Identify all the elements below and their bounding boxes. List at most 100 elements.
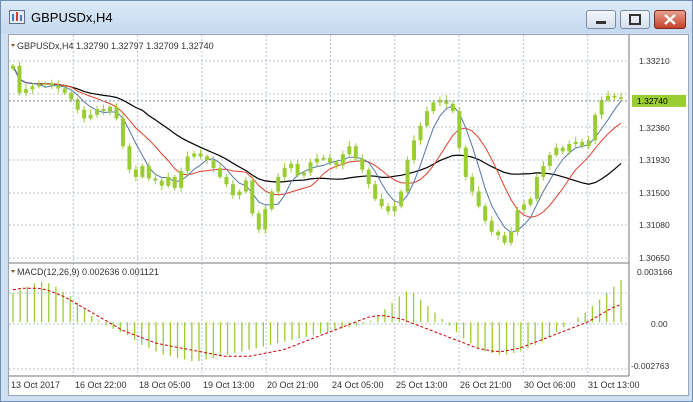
- candle-body: [399, 191, 404, 207]
- x-tick: 25 Oct 13:00: [396, 380, 448, 390]
- candle-body: [521, 204, 526, 210]
- candle-body: [56, 85, 61, 89]
- candle-body: [347, 146, 352, 155]
- collapse-arrow-icon[interactable]: [11, 44, 15, 47]
- candle-body: [509, 231, 514, 243]
- macd-tick: 0.00: [651, 319, 668, 329]
- x-tick: 26 Oct 21:00: [460, 380, 512, 390]
- ma-mid-line: [12, 65, 622, 218]
- price-tick: 1.33210: [639, 56, 670, 66]
- candle-body: [470, 176, 475, 192]
- candle-body: [230, 184, 235, 196]
- candle-body: [192, 153, 197, 157]
- x-tick: 16 Oct 22:00: [75, 380, 127, 390]
- candle-body: [120, 118, 125, 147]
- price-tick: 1.31930: [639, 155, 670, 165]
- candle-body: [593, 114, 598, 141]
- title-bar[interactable]: GBPUSDx,H4: [1, 1, 692, 33]
- candle-body: [295, 163, 300, 176]
- candle-body: [541, 165, 546, 177]
- x-axis: 13 Oct 2017 16 Oct 22:00 18 Oct 05:00 19…: [11, 380, 640, 390]
- current-price-tag: 1.32740: [632, 94, 686, 107]
- candle-body: [127, 146, 132, 170]
- candle-body: [108, 106, 113, 112]
- candle-body: [340, 154, 345, 166]
- x-tick: 24 Oct 05:00: [332, 380, 384, 390]
- candle-body: [302, 172, 307, 176]
- candle-body: [250, 180, 255, 214]
- candle-body: [528, 198, 533, 205]
- candle-body: [567, 144, 572, 152]
- candles: [11, 62, 623, 246]
- minimize-button[interactable]: [586, 10, 616, 29]
- candle-body: [476, 191, 481, 207]
- candle-body: [366, 169, 371, 185]
- candle-body: [496, 231, 501, 236]
- macd-signal-line: [12, 287, 622, 357]
- candle-body: [534, 176, 539, 199]
- x-tick: 31 Oct 13:00: [588, 380, 640, 390]
- candle-body: [502, 235, 507, 243]
- candle-body: [282, 168, 287, 177]
- candle-body: [133, 169, 138, 177]
- x-tick: 20 Oct 21:00: [267, 380, 319, 390]
- macd-collapse-arrow-icon[interactable]: [11, 270, 15, 273]
- candle-body: [360, 158, 365, 170]
- candle-body: [211, 160, 216, 169]
- candle-body: [198, 153, 203, 157]
- candle-body: [489, 220, 494, 232]
- candle-body: [560, 147, 565, 152]
- candle-body: [217, 168, 222, 177]
- price-y-axis: 1.33210 1.32360 1.31930 1.31500 1.31080 …: [639, 56, 670, 263]
- candle-body: [166, 176, 171, 186]
- candle-body: [586, 140, 591, 147]
- macd-tick: 0.003166: [637, 267, 673, 277]
- candle-body: [153, 178, 158, 181]
- candle-body: [373, 184, 378, 199]
- candle-body: [547, 155, 552, 166]
- candle-body: [327, 157, 332, 163]
- maximize-icon: [629, 14, 641, 25]
- candle-body: [483, 206, 488, 221]
- close-button[interactable]: [654, 10, 686, 29]
- chart-window: GBPUSDx,H4 GBPUSDx,H4 1.32790 1.32797 1.…: [0, 0, 693, 402]
- current-price-label: 1.32740: [637, 96, 668, 106]
- candle-body: [289, 163, 294, 169]
- candle-body: [95, 108, 100, 115]
- x-tick: 30 Oct 06:00: [524, 380, 576, 390]
- candle-body: [30, 86, 35, 90]
- candle-body: [243, 180, 248, 192]
- candle-body: [237, 191, 242, 196]
- x-tick: 18 Oct 05:00: [139, 380, 191, 390]
- price-chart[interactable]: GBPUSDx,H4 1.32790 1.32797 1.32709 1.327…: [9, 35, 688, 395]
- candle-body: [386, 206, 391, 212]
- moving-average-lines: [12, 65, 622, 234]
- candle-body: [69, 92, 74, 100]
- macd-y-axis: 0.003166 0.00 -0.002763: [631, 267, 673, 371]
- candle-body: [573, 141, 578, 145]
- candle-body: [308, 162, 313, 173]
- candle-body: [88, 114, 93, 119]
- candle-body: [405, 160, 410, 192]
- macd-tick: -0.002763: [631, 361, 670, 371]
- candle-body: [276, 176, 281, 192]
- close-icon: [664, 14, 676, 25]
- chart-area[interactable]: GBPUSDx,H4 1.32790 1.32797 1.32709 1.327…: [8, 34, 689, 396]
- candle-body: [101, 108, 106, 112]
- candle-body: [334, 162, 339, 166]
- x-tick: 13 Oct 2017: [11, 380, 60, 390]
- candle-body: [315, 158, 319, 163]
- candle-body: [43, 83, 48, 85]
- price-header: GBPUSDx,H4 1.32790 1.32797 1.32709 1.327…: [17, 41, 214, 51]
- candle-body: [205, 156, 210, 161]
- x-tick: 19 Oct 13:00: [203, 380, 255, 390]
- candle-body: [224, 176, 229, 185]
- minimize-icon: [596, 21, 606, 24]
- candle-body: [392, 206, 397, 212]
- candle-body: [424, 111, 429, 126]
- candle-body: [185, 156, 190, 172]
- candle-body: [140, 165, 145, 177]
- candle-body: [159, 180, 164, 186]
- maximize-button[interactable]: [620, 10, 650, 29]
- candle-body: [457, 111, 462, 148]
